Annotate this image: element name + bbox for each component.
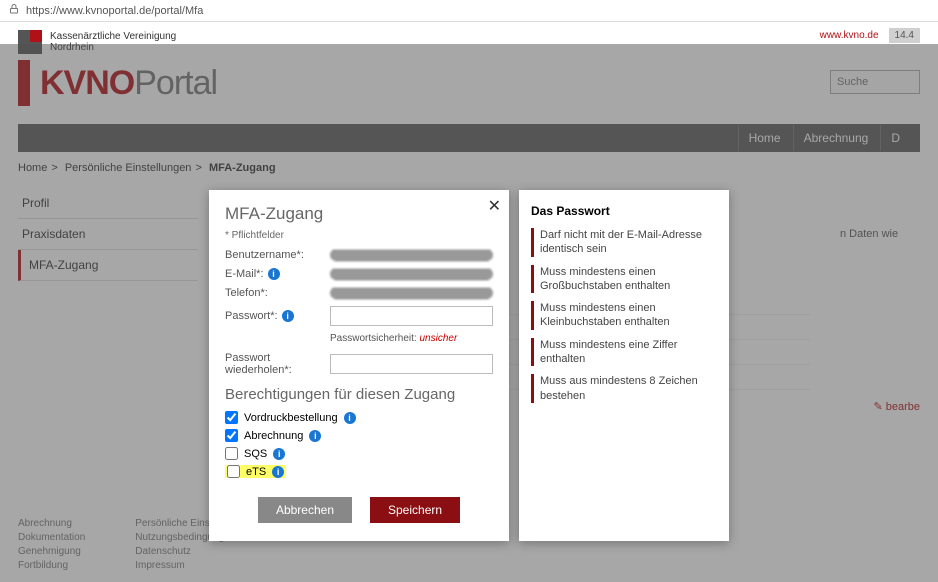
info-icon[interactable]: i [268,268,280,280]
permission-label: Abrechnung [244,430,303,442]
save-button[interactable]: Speichern [370,497,460,523]
url-text: https://www.kvnoportal.de/portal/Mfa [26,5,203,17]
username-value [330,249,493,261]
password-input[interactable] [330,306,493,326]
close-icon[interactable]: ✕ [488,196,501,216]
permission-label: Vordruckbestellung [244,412,338,424]
password-rules-panel: Das Passwort Darf nicht mit der E-Mail-A… [519,190,729,541]
password-repeat-input[interactable] [330,354,493,374]
permission-checkbox[interactable] [225,447,238,460]
permission-checkbox[interactable] [227,465,240,478]
telefon-value [330,287,493,299]
password-rule: Muss aus mindestens 8 Zeichen bestehen [531,374,717,403]
info-icon[interactable]: i [282,310,294,322]
password-strength: Passwortsicherheit: unsicher [330,333,493,344]
password-rule: Muss mindestens einen Kleinbuchstaben en… [531,301,717,330]
permission-label: SQS [244,448,267,460]
kvno-link[interactable]: www.kvno.de [820,30,879,41]
password-rule: Muss mindestens einen Großbuchstaben ent… [531,265,717,294]
permission-checkbox[interactable] [225,411,238,424]
permissions-title: Berechtigungen für diesen Zugang [225,386,493,403]
info-icon[interactable]: i [272,466,284,478]
permission-row: eTS i [225,465,286,478]
permission-row: Vordruckbestellung i [225,411,493,424]
top-badge: 14.4 [889,28,920,43]
info-icon[interactable]: i [344,412,356,424]
permission-checkbox[interactable] [225,429,238,442]
permission-row: SQS i [225,447,493,460]
cancel-button[interactable]: Abbrechen [258,497,352,523]
info-icon[interactable]: i [309,430,321,442]
modal-title: MFA-Zugang [225,204,493,224]
password-rule: Darf nicht mit der E-Mail-Adresse identi… [531,228,717,257]
email-value [330,268,493,280]
password-rule: Muss mindestens eine Ziffer enthalten [531,338,717,367]
permission-label: eTS [246,466,266,478]
permission-row: Abrechnung i [225,429,493,442]
rules-title: Das Passwort [531,204,717,218]
mfa-modal: ✕ MFA-Zugang * Pflichtfelder Benutzernam… [209,190,509,541]
info-icon[interactable]: i [273,448,285,460]
lock-icon [8,3,20,18]
browser-url-bar: https://www.kvnoportal.de/portal/Mfa [0,0,938,22]
required-hint: * Pflichtfelder [225,230,493,241]
